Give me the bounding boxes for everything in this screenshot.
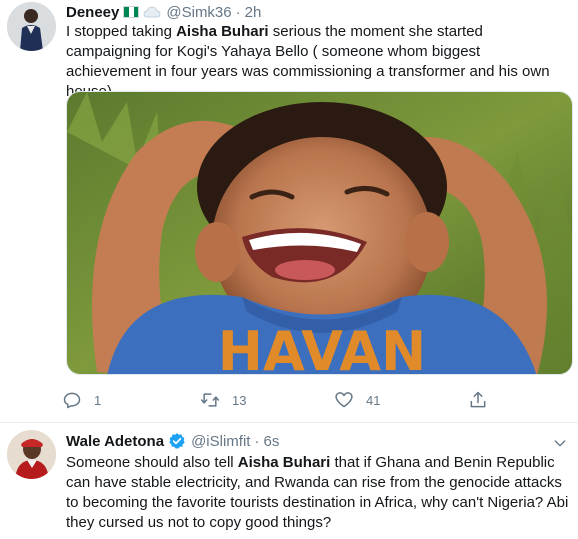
cloud-emoji-icon <box>143 6 161 18</box>
like-button[interactable]: 41 <box>334 388 380 412</box>
retweet-count: 13 <box>232 392 247 408</box>
reply-icon <box>63 392 81 409</box>
tweet-text-highlight: Aisha Buhari <box>176 23 269 40</box>
user-handle[interactable]: @Simk36 <box>166 4 231 21</box>
timestamp[interactable]: 2h <box>245 4 262 21</box>
display-name[interactable]: Deneey <box>66 4 119 21</box>
nigeria-flag-icon <box>123 6 140 18</box>
avatar[interactable] <box>7 430 56 479</box>
retweet-button[interactable]: 13 <box>200 388 246 412</box>
tweet-text-part: I stopped taking <box>66 23 177 40</box>
avatar-image <box>7 430 56 479</box>
user-handle[interactable]: @iSlimfit <box>191 433 250 450</box>
tweet-header: Wale Adetona @iSlimfit · 6s <box>66 431 279 451</box>
reply-count: 1 <box>94 392 102 408</box>
display-name[interactable]: Wale Adetona <box>66 433 164 450</box>
separator-dot: · <box>235 3 241 21</box>
tweet-deneey[interactable]: Deneey @Simk36 · 2h I stopped taking Ais… <box>0 0 578 423</box>
tweet-text-part: Someone should also tell <box>66 454 238 471</box>
tweet-text-highlight: Aisha Buhari <box>237 454 331 471</box>
chevron-down-icon[interactable] <box>552 435 568 451</box>
like-count: 41 <box>366 392 381 408</box>
separator-dot: · <box>254 432 260 450</box>
share-icon <box>470 391 486 408</box>
tweet-text: I stopped taking Aisha Buhari serious th… <box>66 22 566 102</box>
tweet-header: Deneey @Simk36 · 2h <box>66 2 261 22</box>
tweet-actions: 1 13 41 <box>62 388 532 412</box>
reply-button[interactable]: 1 <box>62 388 101 412</box>
tweet-photo[interactable]: HAVAN <box>66 91 573 375</box>
verified-badge-icon <box>169 433 185 449</box>
avatar[interactable] <box>7 2 56 51</box>
tweet-text: Someone should also tell Aisha Buhari th… <box>66 453 572 533</box>
timestamp[interactable]: 6s <box>263 433 279 450</box>
share-button[interactable] <box>468 388 488 412</box>
tweet-wale-adetona[interactable]: Wale Adetona @iSlimfit · 6s Someone shou… <box>0 423 578 539</box>
avatar-image <box>7 2 56 51</box>
shirt-print: HAVAN <box>218 320 426 375</box>
child-laughing-photo: HAVAN <box>67 92 572 375</box>
retweet-icon <box>200 393 220 407</box>
heart-icon <box>335 392 353 408</box>
